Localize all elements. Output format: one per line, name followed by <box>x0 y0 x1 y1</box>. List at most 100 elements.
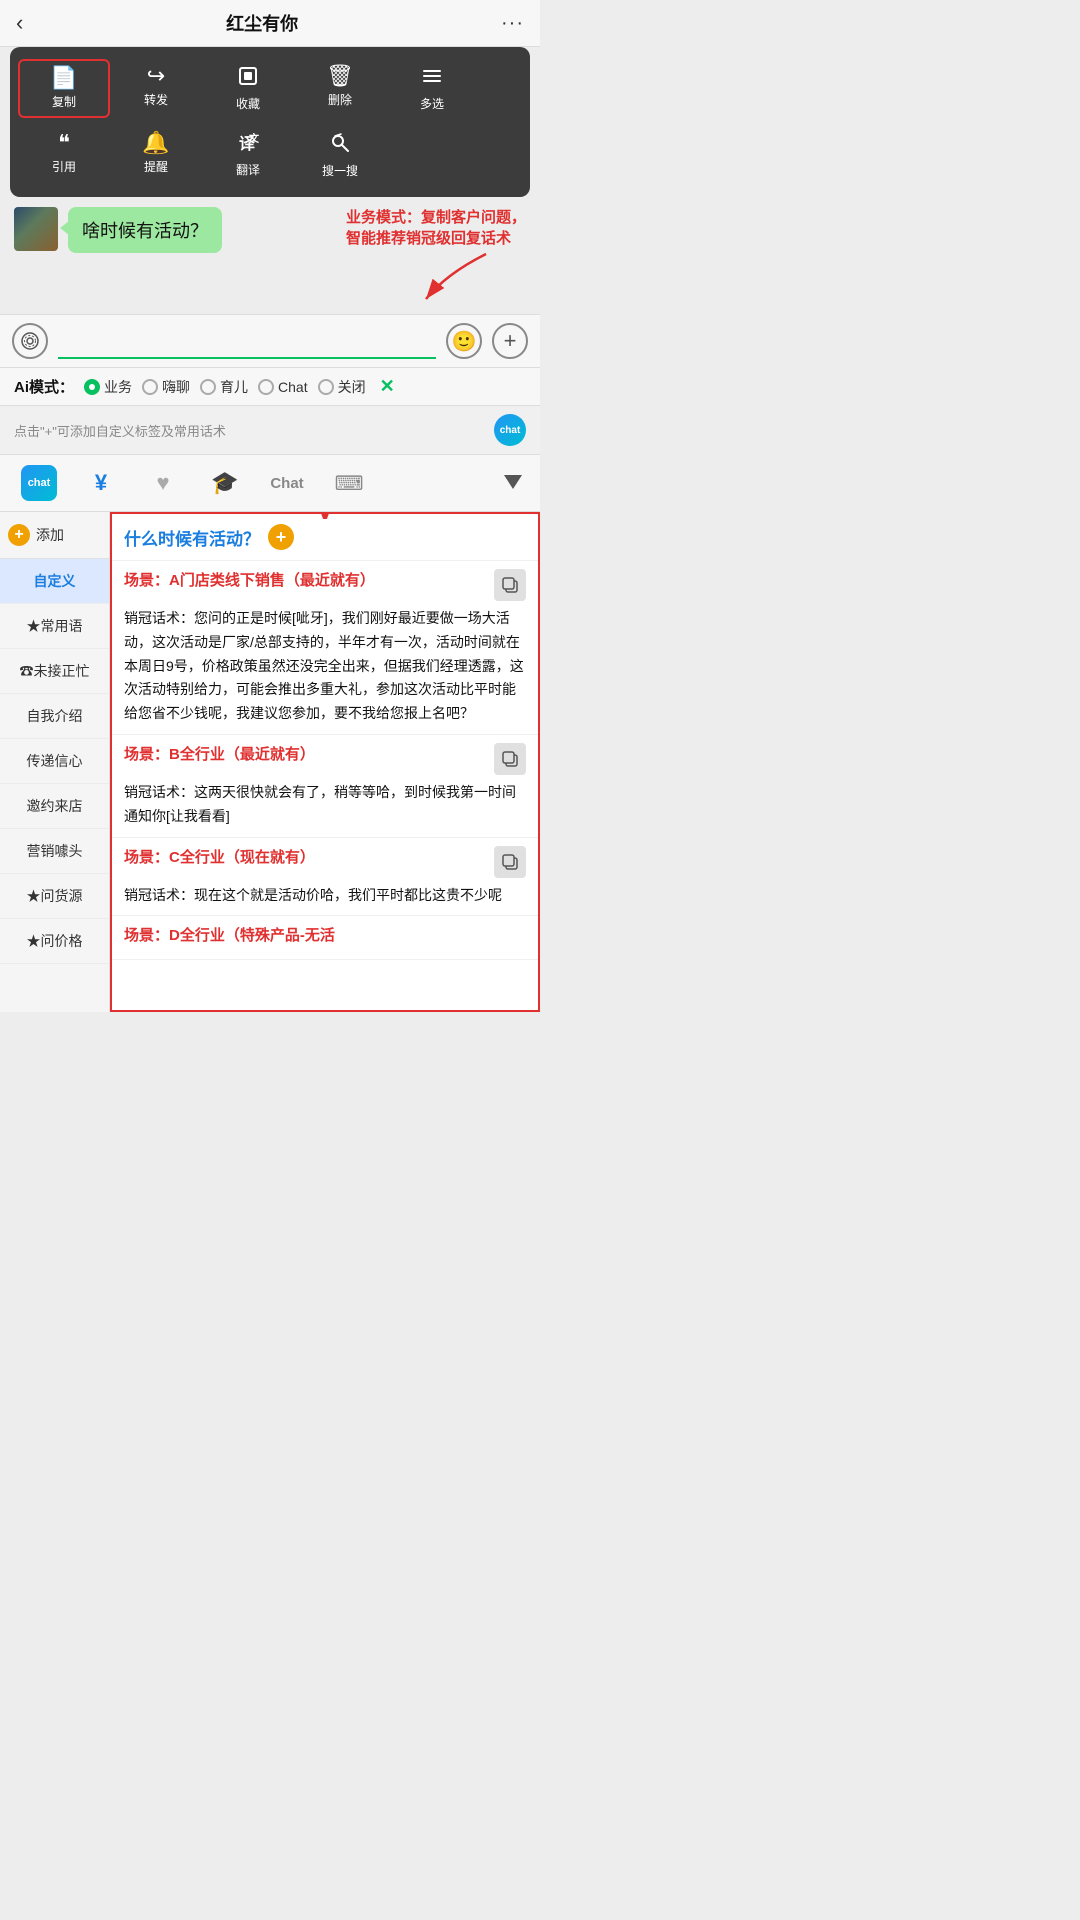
tab-money-icon: ¥ <box>95 470 107 496</box>
tab-money[interactable]: ¥ <box>72 461 130 505</box>
tab-graduation-icon: 🎓 <box>211 470 238 496</box>
chat-bubble-text: 啥时候有活动？ <box>82 221 208 241</box>
ai-mode-parenting[interactable]: 育儿 <box>200 377 248 397</box>
question-header: 什么时候有活动？ + <box>112 514 538 561</box>
attachment-add-button[interactable]: + <box>492 323 528 359</box>
collect-icon <box>237 65 259 91</box>
tab-chat-text-label: Chat <box>270 475 303 492</box>
menu-quote-label: 引用 <box>52 158 76 175</box>
scenario-b-copy-button[interactable] <box>494 743 526 775</box>
scenario-d-title: 场景：D全行业（特殊产品-无活 <box>124 924 526 945</box>
tab-collapse-button[interactable] <box>496 471 530 496</box>
scenario-b-body: 销冠话术：这两天很快就会有了，稍等等哈，到时候我第一时间通知你[让我看看] <box>124 781 526 829</box>
multiselect-icon <box>421 65 443 91</box>
context-menu: 📄 复制 ↪ 转发 收藏 🗑 删除 <box>10 47 530 197</box>
scenario-a-copy-button[interactable] <box>494 569 526 601</box>
menu-collect-label: 收藏 <box>236 95 260 112</box>
sidebar-item-invite[interactable]: 邀约来店 <box>0 784 109 829</box>
question-title: 什么时候有活动？ <box>124 525 260 550</box>
menu-copy[interactable]: 📄 复制 <box>18 59 110 118</box>
sidebar-add-button[interactable]: + 添加 <box>0 512 109 559</box>
ai-mode-off[interactable]: 关闭 <box>318 377 366 397</box>
chat-logo: chat <box>494 414 526 446</box>
translate-icon: 译 文 <box>237 132 259 157</box>
tab-chat-logo-icon: chat <box>21 465 57 501</box>
page-title: 红尘有你 <box>226 10 298 36</box>
sidebar-item-marketing[interactable]: 营销噱头 <box>0 829 109 874</box>
menu-quote[interactable]: ❝ 引用 <box>18 126 110 185</box>
ai-mode-bar: Ai模式： 业务 嗨聊 育儿 Chat 关闭 ✕ <box>0 368 540 406</box>
scenario-a-title: 场景：A门店类线下销售（最近就有） <box>124 569 526 601</box>
sidebar-item-confidence[interactable]: 传递信心 <box>0 739 109 784</box>
menu-delete-label: 删除 <box>328 91 352 108</box>
sidebar: + 添加 自定义 ★常用语 ☎未接正忙 自我介绍 传递信心 邀约来店 营销噱头 … <box>0 512 110 1012</box>
sidebar-item-price[interactable]: ★问价格 <box>0 919 109 964</box>
menu-forward-label: 转发 <box>144 91 168 108</box>
menu-remind-label: 提醒 <box>144 158 168 175</box>
tab-graduation[interactable]: 🎓 <box>196 461 254 505</box>
tab-chat-text[interactable]: Chat <box>258 461 316 505</box>
chat-logo-text: chat <box>500 425 521 436</box>
quote-icon: ❝ <box>58 132 70 154</box>
menu-collect[interactable]: 收藏 <box>202 59 294 118</box>
more-button[interactable]: ··· <box>501 12 524 35</box>
menu-multiselect-label: 多选 <box>420 95 444 112</box>
menu-remind[interactable]: 🔔 提醒 <box>110 126 202 185</box>
tab-chat-logo[interactable]: chat <box>10 461 68 505</box>
menu-forward[interactable]: ↪ 转发 <box>110 59 202 118</box>
sidebar-item-goods[interactable]: ★问货源 <box>0 874 109 919</box>
question-add-button[interactable]: + <box>268 524 294 550</box>
sidebar-item-common[interactable]: ★常用语 <box>0 604 109 649</box>
scenario-a: 场景：A门店类线下销售（最近就有） 销冠话术：您问的正是时候[呲牙]，我们刚好最… <box>112 561 538 735</box>
content-panel: 什么时候有活动？ + 场景：A门店类线下销售（最近就有） 销冠话术：您问的正是时… <box>110 512 540 1012</box>
sidebar-item-custom[interactable]: 自定义 <box>0 559 109 604</box>
add-plus-icon: + <box>8 524 30 546</box>
context-menu-row-1: 📄 复制 ↪ 转发 收藏 🗑 删除 <box>18 59 522 118</box>
menu-delete[interactable]: 🗑 删除 <box>294 59 386 118</box>
copy-icon: 📄 <box>50 67 77 89</box>
remind-icon: 🔔 <box>142 132 169 154</box>
tab-bar: chat ¥ ♥ 🎓 Chat ⌨ <box>0 455 540 512</box>
scenario-c-body: 销冠话术：现在这个就是活动价哈，我们平时都比这贵不少呢 <box>124 884 526 908</box>
avatar <box>14 207 58 251</box>
menu-search[interactable]: 搜一搜 <box>294 126 386 185</box>
emoji-button[interactable]: 🙂 <box>446 323 482 359</box>
toolbar-hint: 点击"+"可添加自定义标签及常用话术 chat <box>0 406 540 455</box>
delete-icon: 🗑 <box>326 65 354 87</box>
ai-mode-business[interactable]: 业务 <box>84 377 132 397</box>
menu-multiselect[interactable]: 多选 <box>386 59 478 118</box>
scenario-b-title-text: 场景：B全行业（最近就有） <box>124 743 315 764</box>
scenario-c: 场景：C全行业（现在就有） 销冠话术：现在这个就是活动价哈，我们平时都比这贵不少… <box>112 838 538 917</box>
text-input[interactable] <box>58 323 436 359</box>
annotation-arrow <box>406 244 526 304</box>
menu-translate[interactable]: 译 文 翻译 <box>202 126 294 185</box>
menu-search-label: 搜一搜 <box>322 162 358 179</box>
tab-heart[interactable]: ♥ <box>134 461 192 505</box>
toolbar-hint-text: 点击"+"可添加自定义标签及常用话术 <box>14 421 226 440</box>
ai-mode-parenting-label: 育儿 <box>220 377 248 397</box>
sidebar-item-intro[interactable]: 自我介绍 <box>0 694 109 739</box>
ai-mode-chat[interactable]: 嗨聊 <box>142 377 190 397</box>
header: ‹ 红尘有你 ··· <box>0 0 540 47</box>
annotation-text: 业务模式：复制客户问题，智能推荐销冠级回复话术 <box>346 207 526 249</box>
back-button[interactable]: ‹ <box>16 10 23 36</box>
tab-chat-logo-text: chat <box>28 477 51 489</box>
context-menu-row-2: ❝ 引用 🔔 提醒 译 文 翻译 搜一搜 <box>18 126 522 185</box>
sidebar-item-busy[interactable]: ☎未接正忙 <box>0 649 109 694</box>
ai-mode-off-label: 关闭 <box>338 377 366 397</box>
ai-mode-chat-label: 嗨聊 <box>162 377 190 397</box>
radio-business-circle <box>84 379 100 395</box>
scenario-a-body: 销冠话术：您问的正是时候[呲牙]，我们刚好最近要做一场大活动，这次活动是厂家/总… <box>124 607 526 726</box>
tab-keyboard[interactable]: ⌨ <box>320 461 378 505</box>
ai-close-button[interactable]: ✕ <box>380 376 395 397</box>
voice-button[interactable] <box>12 323 48 359</box>
forward-icon: ↪ <box>147 65 165 87</box>
menu-copy-label: 复制 <box>52 93 76 110</box>
scenario-d-title-text: 场景：D全行业（特殊产品-无活 <box>124 924 335 945</box>
scenario-a-title-text: 场景：A门店类线下销售（最近就有） <box>124 569 375 590</box>
down-arrow-indicator <box>295 512 355 519</box>
ai-mode-chat-en[interactable]: Chat <box>258 379 308 395</box>
chat-bubble: 啥时候有活动？ <box>68 207 222 253</box>
scenario-c-copy-button[interactable] <box>494 846 526 878</box>
search-icon <box>329 132 351 158</box>
